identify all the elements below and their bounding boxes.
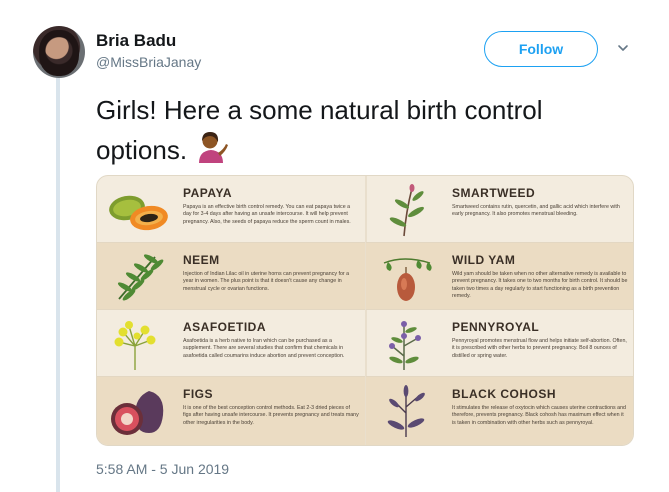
list-item: NEEM Injection of Indian Lilac oil in ut… [97, 243, 366, 310]
tweet-text: Girls! Here a some natural birth control… [96, 92, 636, 169]
list-item: PENNYROYAL Pennyroyal promotes menstrual… [366, 310, 633, 377]
item-title: PENNYROYAL [452, 320, 540, 334]
item-title: NEEM [183, 253, 220, 267]
item-description: Papaya is an effective birth control rem… [183, 204, 351, 225]
item-title: WILD YAM [452, 253, 516, 267]
list-item: BLACK COHOSH It stimulates the release o… [366, 377, 633, 445]
chevron-down-icon[interactable] [617, 42, 629, 54]
black-cohosh-icon [387, 385, 425, 437]
item-title: BLACK COHOSH [452, 387, 556, 401]
list-item: PAPAYA Papaya is an effective birth cont… [97, 176, 366, 243]
item-description: It is one of the best conception control… [183, 405, 359, 426]
person-tipping-hand-icon [199, 132, 229, 163]
infographic-card[interactable]: PAPAYA Papaya is an effective birth cont… [96, 175, 634, 446]
fig-icon [111, 391, 164, 435]
thread-line [56, 78, 60, 492]
item-description: Injection of Indian Lilac oil in uterine… [183, 271, 350, 292]
item-description: It stimulates the release of oxytocin wh… [452, 405, 627, 426]
tweet-body: Girls! Here a some natural birth control… [96, 95, 543, 165]
follow-button[interactable]: Follow [484, 31, 598, 67]
item-description: Pennyroyal promotes menstrual flow and h… [452, 338, 627, 359]
right-column: SMARTWEED Smartweed contains rutin, quer… [366, 176, 633, 445]
list-item: WILD YAM Wild yam should be taken when n… [366, 243, 633, 310]
smartweed-icon [389, 184, 424, 237]
item-description: Wild yam should be taken when no other a… [452, 271, 628, 300]
list-item: ASAFOETIDA Asafoetida is a herb native t… [97, 310, 366, 377]
item-title: FIGS [183, 387, 214, 401]
list-item: FIGS It is one of the best conception co… [97, 377, 366, 445]
papaya-icon [109, 195, 168, 231]
left-column: PAPAYA Papaya is an effective birth cont… [97, 176, 366, 445]
author-name[interactable]: Bria Badu [96, 31, 176, 51]
pennyroyal-icon [389, 321, 421, 370]
wild-yam-icon [383, 258, 432, 301]
item-title: ASAFOETIDA [183, 320, 266, 334]
item-title: SMARTWEED [452, 186, 536, 200]
asafoetida-flower-icon [114, 321, 156, 370]
tweet-timestamp[interactable]: 5:58 AM - 5 Jun 2019 [96, 461, 229, 477]
item-description: Smartweed contains rutin, quercetin, and… [452, 204, 620, 218]
neem-leaf-icon [117, 254, 164, 301]
item-description: Asafoetida is a herb native to Iran whic… [183, 338, 345, 359]
item-title: PAPAYA [183, 186, 233, 200]
author-handle[interactable]: @MissBriaJanay [96, 54, 201, 70]
list-item: SMARTWEED Smartweed contains rutin, quer… [366, 176, 633, 243]
avatar[interactable] [33, 26, 85, 78]
